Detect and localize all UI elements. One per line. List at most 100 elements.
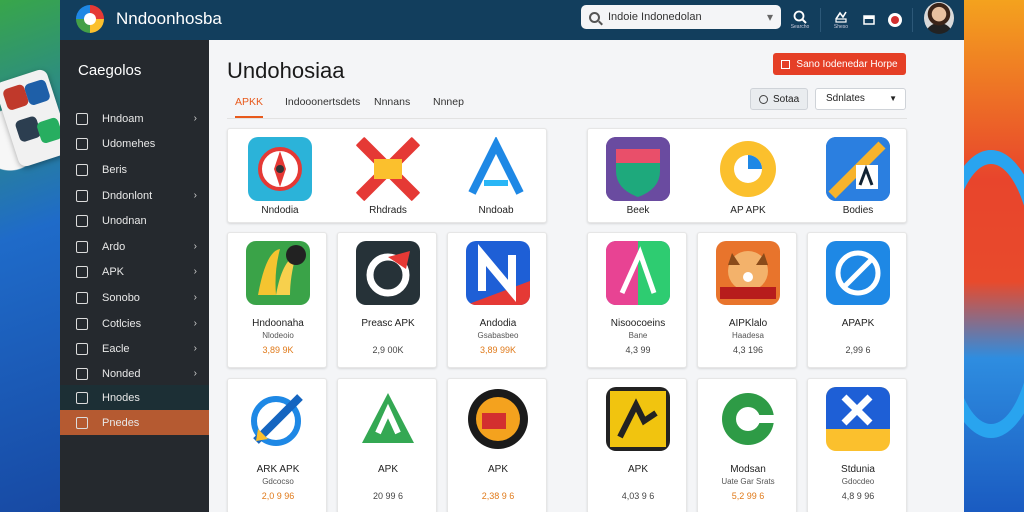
sidebar-item[interactable]: Dndonlont › (60, 183, 209, 208)
app-downloads: 2,38 9 6 (481, 491, 515, 501)
app-downloads: 3,89 99K (479, 345, 517, 355)
app-card[interactable]: Nisoocoeins Bane 4,3 99 (587, 232, 687, 368)
sidebar-item-label: Unodnan (102, 214, 147, 227)
app-card[interactable]: APAPK 2,99 6 (807, 232, 907, 368)
shield-app-icon (606, 137, 670, 201)
tab-nnnans[interactable]: Nnnans (374, 90, 410, 118)
sidebar-item[interactable]: Cotlcies › (60, 311, 209, 336)
tab-nnnep[interactable]: Nnnep (433, 90, 464, 118)
category-icon (76, 137, 88, 150)
page-title: Undohosiaa (227, 58, 345, 83)
toolbar-divider (820, 8, 821, 32)
app-developer: Nlodeoio (262, 331, 294, 340)
app-name: Beek (626, 205, 650, 216)
tab-indooonertsdets[interactable]: Indooonertsdets (285, 90, 360, 118)
window-button[interactable] (856, 6, 882, 34)
sidebar-item-label: Eacle (102, 342, 130, 355)
sidebar-item-label: Ardo (102, 240, 126, 253)
sidebar-item-label: Nonded (102, 367, 141, 380)
chevron-down-icon: ▼ (889, 94, 897, 103)
c-ring-app-icon (716, 137, 780, 201)
sidebar-item-label: Pnedes (102, 416, 140, 429)
category-icon (76, 391, 88, 404)
filter-select[interactable]: Sdnlates ▼ (815, 88, 906, 110)
app-card[interactable]: Hndoonaha Nlodeoio 3,89 9K (227, 232, 327, 368)
lambda-app-icon (464, 137, 528, 201)
app-card[interactable]: APK 20 99 6 (337, 378, 437, 512)
primary-action-label: Sano Iodenedar Horpe (796, 58, 898, 70)
category-icon (76, 342, 88, 355)
user-avatar[interactable] (924, 2, 954, 34)
shiba-app-icon (716, 241, 780, 305)
search-button[interactable]: Searcho (787, 6, 813, 34)
sidebar-item[interactable]: Udomehes (60, 131, 209, 156)
app-card[interactable]: Andodia Gsabasbeo 3,89 99K (447, 232, 547, 368)
kicker-app-icon (606, 387, 670, 451)
chevron-right-icon: › (193, 368, 197, 379)
search-box[interactable]: ▾ (581, 5, 781, 29)
window-icon (863, 15, 875, 25)
sidebar-item[interactable]: Nonded › (60, 361, 209, 386)
compass-app-icon (248, 137, 312, 201)
app-name: Nndoab (478, 205, 514, 216)
app-logo-icon[interactable] (76, 5, 104, 33)
app-developer: Haadesa (731, 331, 765, 340)
app-card[interactable]: Modsan Uate Gar Srats 5,2 99 6 (697, 378, 797, 512)
sidebar-item[interactable]: Sonobo › (60, 285, 209, 310)
category-icon (76, 189, 88, 202)
search-icon (589, 11, 600, 23)
sidebar-item-label: Beris (102, 163, 128, 176)
app-card[interactable]: Stdunia Gdocdeo 4,8 9 96 (807, 378, 907, 512)
lambda-gradient-app-icon (606, 241, 670, 305)
app-name: APK (377, 464, 398, 475)
sidebar-item[interactable]: Ardo › (60, 234, 209, 259)
sidebar-title: Caegolos (78, 62, 142, 79)
app-card[interactable]: Preasc APK 2,9 00K (337, 232, 437, 368)
app-downloads: 4,8 9 96 (841, 491, 875, 501)
app-name: Stdunia (841, 464, 875, 475)
c-arrow-app-icon (356, 241, 420, 305)
sort-label: Sotaa (773, 93, 800, 105)
sort-button[interactable]: Sotaa (750, 88, 808, 110)
sidebar-item[interactable]: Beris (60, 157, 209, 182)
chevron-right-icon: › (193, 343, 197, 354)
sidebar-item[interactable]: Hndoam › (60, 106, 209, 131)
app-name: Preasc APK (361, 318, 415, 329)
sidebar-item-label: Cotlcies (102, 317, 142, 330)
app-card[interactable]: APK 4,03 9 6 (587, 378, 687, 512)
app-title: Nndoonhosba (116, 9, 222, 28)
tab-divider (227, 118, 907, 119)
category-icon (76, 240, 88, 253)
app-developer: Gdocdeo (841, 477, 875, 486)
microphone-icon[interactable]: ▾ (767, 10, 773, 24)
share-button[interactable]: Sheso (828, 6, 854, 34)
primary-action-button[interactable]: Sano Iodenedar Horpe (773, 53, 906, 75)
pencil-app-icon (826, 137, 890, 201)
chevron-right-icon: › (193, 292, 197, 303)
filter-label: Sdnlates (826, 93, 865, 104)
search-input[interactable] (608, 11, 758, 23)
sidebar-item[interactable]: APK › (60, 259, 209, 284)
sidebar-item[interactable]: Hnodes (60, 385, 209, 410)
app-downloads: 2,99 6 (845, 345, 871, 355)
app-downloads: 5,2 99 6 (731, 491, 765, 501)
sidebar-item[interactable]: Unodnan (60, 208, 209, 233)
search-button-caption: Searcho (790, 24, 810, 30)
record-button[interactable] (882, 6, 908, 34)
sidebar-item-label: APK (102, 265, 125, 278)
sidebar-item[interactable]: Eacle › (60, 336, 209, 361)
chevron-right-icon: › (193, 266, 197, 277)
app-name: AP APK (730, 205, 766, 216)
app-downloads: 4,3 196 (732, 345, 764, 355)
app-card[interactable]: ARK APK Gdcocso 2,0 9 96 (227, 378, 327, 512)
chevron-right-icon: › (193, 190, 197, 201)
category-icon (76, 317, 88, 330)
app-downloads: 3,89 9K (262, 345, 294, 355)
app-card[interactable]: APK 2,38 9 6 (447, 378, 547, 512)
x-flag-app-icon (826, 387, 890, 451)
tab-apk[interactable]: APKK (235, 90, 264, 118)
app-card[interactable]: AIPKlalo Haadesa 4,3 196 (697, 232, 797, 368)
app-name: AIPKlalo (728, 318, 768, 329)
app-name: ARK APK (256, 464, 300, 475)
sidebar-item[interactable]: Pnedes (60, 410, 209, 435)
